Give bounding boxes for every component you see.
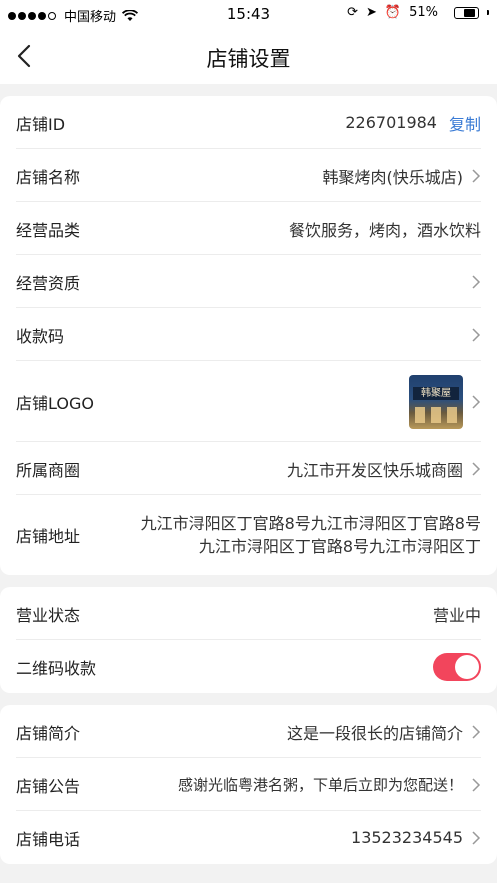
chevron-right-icon [472, 327, 481, 342]
shop-info-section: 店铺ID 226701984 复制 店铺名称 韩聚烤肉(快乐城店) 经营品类 餐… [0, 96, 497, 575]
notice-value-wrap: 感谢光临粤港名粥，下单后立即为您配送！ [178, 774, 481, 795]
qr-payment-toggle[interactable] [433, 652, 481, 681]
row-business-district[interactable]: 所属商圈 九江市开发区快乐城商圈 [0, 442, 497, 495]
shop-logo-image: 韩聚屋 [409, 374, 463, 429]
category-value: 餐饮服务，烤肉，酒水饮料 [288, 220, 481, 240]
business-district-value-wrap: 九江市开发区快乐城商圈 [287, 457, 481, 481]
phone-label: 店铺电话 [16, 829, 81, 849]
payment-code-value-wrap [463, 327, 481, 343]
intro-value: 这是一段很长的店铺简介 [286, 723, 463, 743]
shop-name-label: 店铺名称 [16, 167, 81, 187]
shop-name-value-wrap: 韩聚烤肉(快乐城店) [323, 164, 482, 188]
phone-value-wrap: 13523234545 [351, 828, 481, 847]
intro-label: 店铺简介 [16, 723, 81, 743]
row-shop-logo[interactable]: 店铺LOGO 韩聚屋 [0, 361, 497, 442]
qualification-value-wrap [463, 274, 481, 290]
row-address[interactable]: 店铺地址 九江市浔阳区丁官路8号九江市浔阳区丁官路8号九江市浔阳区丁官路8号九江… [0, 495, 497, 575]
notice-label: 店铺公告 [16, 776, 81, 796]
category-label: 经营品类 [16, 220, 81, 240]
row-qr-payment: 二维码收款 [0, 640, 497, 693]
shop-detail-section: 店铺简介 这是一段很长的店铺简介 店铺公告 感谢光临粤港名粥，下单后立即为您配送… [0, 705, 497, 864]
row-payment-code[interactable]: 收款码 [0, 308, 497, 361]
chevron-right-icon [472, 724, 481, 739]
rotation-lock-icon: ⟳ [347, 5, 358, 20]
status-bar: 中国移动 15:43 ⟳ ➤ ⏰ 51% [0, 0, 497, 30]
battery-percent: 51% [409, 5, 438, 20]
row-business-status: 营业状态 营业中 [0, 587, 497, 640]
logo-sign-text: 韩聚屋 [413, 386, 459, 400]
qualification-label: 经营资质 [16, 273, 81, 293]
business-status-label: 营业状态 [16, 605, 81, 625]
page-title: 店铺设置 [206, 47, 291, 71]
business-status-value: 营业中 [432, 605, 481, 625]
chevron-right-icon [472, 461, 481, 476]
payment-code-label: 收款码 [16, 326, 65, 346]
chevron-right-icon [472, 274, 481, 289]
row-notice[interactable]: 店铺公告 感谢光临粤港名粥，下单后立即为您配送！ [0, 758, 497, 811]
battery-icon [446, 6, 489, 19]
chevron-right-icon [472, 168, 481, 183]
shop-id-value: 226701984 [345, 113, 437, 132]
intro-value-wrap: 这是一段很长的店铺简介 [287, 720, 481, 744]
row-shop-id: 店铺ID 226701984 复制 [0, 96, 497, 149]
row-shop-name[interactable]: 店铺名称 韩聚烤肉(快乐城店) [0, 149, 497, 202]
chevron-right-icon [472, 777, 481, 792]
chevron-right-icon [472, 830, 481, 845]
shop-logo-label: 店铺LOGO [16, 393, 94, 413]
toggle-knob [455, 654, 479, 679]
shop-id-value-wrap: 226701984 复制 [345, 111, 481, 135]
business-district-label: 所属商圈 [16, 460, 81, 480]
shop-id-label: 店铺ID [16, 114, 66, 134]
address-value: 九江市浔阳区丁官路8号九江市浔阳区丁官路8号九江市浔阳区丁官路8号九江市浔阳区丁 [140, 514, 481, 556]
row-phone[interactable]: 店铺电话 13523234545 [0, 811, 497, 864]
business-district-value: 九江市开发区快乐城商圈 [286, 460, 463, 480]
qr-payment-label: 二维码收款 [16, 658, 97, 678]
status-right: ⟳ ➤ ⏰ 51% [339, 5, 489, 20]
shop-logo-value-wrap: 韩聚屋 [409, 374, 481, 429]
row-qualification[interactable]: 经营资质 [0, 255, 497, 308]
notice-value: 感谢光临粤港名粥，下单后立即为您配送！ [177, 776, 463, 794]
phone-value: 13523234545 [351, 828, 463, 847]
row-category: 经营品类 餐饮服务，烤肉，酒水饮料 [0, 202, 497, 255]
business-section: 营业状态 营业中 二维码收款 [0, 587, 497, 693]
alarm-clock-icon: ⏰ [384, 5, 402, 20]
shop-name-value: 韩聚烤肉(快乐城店) [322, 167, 464, 187]
row-intro[interactable]: 店铺简介 这是一段很长的店铺简介 [0, 705, 497, 758]
chevron-right-icon [472, 394, 481, 409]
copy-button[interactable]: 复制 [449, 111, 481, 135]
location-arrow-icon: ➤ [366, 5, 377, 20]
address-label: 店铺地址 [16, 527, 81, 546]
nav-bar: 店铺设置 [0, 30, 497, 84]
